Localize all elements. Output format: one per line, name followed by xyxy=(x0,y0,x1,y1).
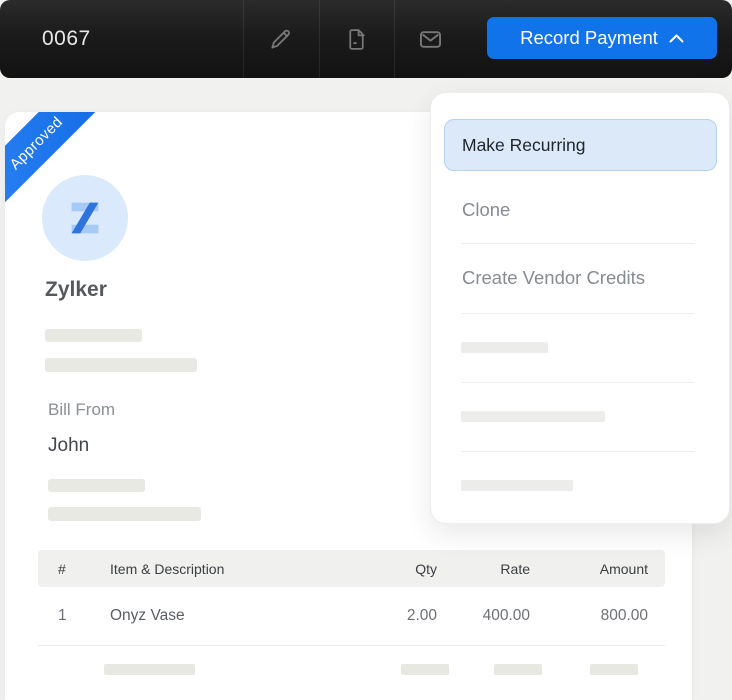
mail-button[interactable] xyxy=(408,17,452,61)
bill-detail-page: 0067 Record Payment xyxy=(0,0,732,700)
vendor-address-placeholder-line xyxy=(48,479,145,492)
record-payment-label: Record Payment xyxy=(520,27,658,49)
bill-toolbar: 0067 Record Payment xyxy=(0,0,732,78)
chevron-up-icon xyxy=(669,34,684,43)
menu-divider xyxy=(462,451,694,452)
col-header-qty: Qty xyxy=(364,561,454,577)
edit-button[interactable] xyxy=(259,17,303,61)
col-header-item: Item & Description xyxy=(82,561,364,577)
zylker-z-icon xyxy=(62,195,108,241)
row-item-name: Onyz Vase xyxy=(82,607,364,625)
row-amount: 800.00 xyxy=(547,607,665,625)
toolbar-divider xyxy=(394,0,395,78)
menu-item-clone[interactable]: Clone xyxy=(462,199,510,221)
menu-item-placeholder[interactable] xyxy=(461,480,573,491)
vendor-name: John xyxy=(48,435,89,457)
menu-item-placeholder[interactable] xyxy=(461,342,548,353)
placeholder-bar xyxy=(401,664,449,675)
placeholder-bar xyxy=(104,664,195,675)
menu-divider xyxy=(462,382,694,383)
row-number: 1 xyxy=(38,607,82,625)
org-name: Zylker xyxy=(45,278,107,302)
col-header-number: # xyxy=(38,561,82,577)
vendor-address-placeholder-line xyxy=(48,507,201,521)
bill-from-label: Bill From xyxy=(48,400,115,420)
placeholder-bar xyxy=(590,664,638,675)
placeholder-bar xyxy=(494,664,542,675)
bill-number: 0067 xyxy=(42,0,91,78)
line-items-table: # Item & Description Qty Rate Amount 1 O… xyxy=(38,550,665,693)
document-icon xyxy=(344,27,369,52)
col-header-rate: Rate xyxy=(454,561,547,577)
toolbar-divider xyxy=(319,0,320,78)
address-placeholder-line xyxy=(45,329,142,342)
mail-icon xyxy=(417,26,444,53)
edit-icon xyxy=(268,26,294,52)
record-payment-menu: Make Recurring Clone Create Vendor Credi… xyxy=(430,92,730,524)
menu-item-placeholder[interactable] xyxy=(461,411,605,422)
address-placeholder-line xyxy=(45,358,197,372)
record-payment-button[interactable]: Record Payment xyxy=(487,17,717,59)
menu-divider xyxy=(462,313,694,314)
table-row: 1 Onyz Vase 2.00 400.00 800.00 xyxy=(38,587,665,645)
table-placeholder-row xyxy=(38,646,665,693)
org-logo xyxy=(42,175,128,261)
toolbar-divider xyxy=(243,0,244,78)
menu-item-create-vendor-credits[interactable]: Create Vendor Credits xyxy=(462,267,645,289)
document-button[interactable] xyxy=(334,17,378,61)
menu-item-label: Make Recurring xyxy=(462,135,586,156)
row-rate: 400.00 xyxy=(454,607,547,625)
menu-item-make-recurring[interactable]: Make Recurring xyxy=(444,119,717,171)
table-header-row: # Item & Description Qty Rate Amount xyxy=(38,550,665,587)
row-qty: 2.00 xyxy=(364,607,454,625)
col-header-amount: Amount xyxy=(547,561,665,577)
menu-divider xyxy=(462,243,694,244)
